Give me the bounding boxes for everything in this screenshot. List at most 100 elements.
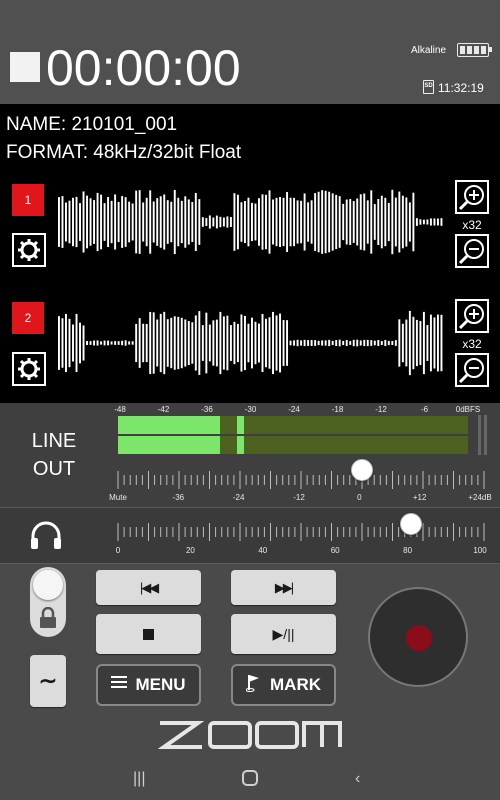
record-button[interactable]	[368, 587, 468, 687]
waveform-bar	[208, 324, 211, 362]
back-icon[interactable]: ‹	[355, 770, 360, 788]
waveform-bar	[114, 341, 117, 345]
scale-label: 0	[357, 493, 362, 502]
waveform-bar	[359, 340, 362, 346]
waveform-bar	[265, 318, 267, 368]
waveform-bar	[135, 190, 138, 254]
stop-icon	[143, 628, 154, 640]
waveform-bar	[338, 196, 341, 248]
waveform-bar	[317, 191, 320, 253]
waveform-bar	[240, 202, 243, 242]
rewind-button[interactable]: |◀◀	[96, 570, 201, 605]
hold-lock-switch[interactable]	[30, 567, 66, 637]
scale-label: -36	[201, 405, 213, 414]
waveform-bar	[345, 340, 348, 346]
skip-back-icon: |◀◀	[139, 579, 159, 595]
scale-label: -48	[114, 405, 126, 414]
waveform-bar	[268, 190, 271, 254]
waveform-bar	[75, 196, 78, 248]
home-icon[interactable]	[242, 770, 258, 791]
track-2-zoom-in-icon[interactable]	[455, 299, 489, 333]
mark-button[interactable]: MARK	[231, 664, 336, 706]
waveform-bar	[345, 199, 348, 245]
track-1-waveform	[58, 189, 443, 255]
waveform-bar	[324, 340, 327, 346]
waveform-bar	[194, 315, 197, 371]
waveform-bar	[356, 198, 359, 246]
waveform-bar	[128, 201, 131, 243]
fast-forward-button[interactable]: ▶▶|	[231, 570, 336, 605]
waveform-bar	[243, 200, 246, 244]
waveform-bar	[208, 215, 211, 229]
waveform-bar	[61, 318, 64, 368]
waveform-bar	[349, 199, 352, 245]
waveform-bar	[72, 197, 74, 247]
track-1-zoom-in-icon[interactable]	[455, 180, 489, 214]
headphone-slider-track[interactable]	[116, 521, 486, 543]
waveform-bar	[272, 199, 274, 245]
waveform-bar	[170, 201, 173, 243]
waveform-bar	[149, 190, 152, 254]
headphone-slider-knob[interactable]	[399, 513, 422, 535]
waveform-bar	[229, 325, 232, 361]
waveform-bar	[184, 319, 187, 367]
track-2-zoom-out-icon[interactable]	[455, 353, 489, 387]
meter-ch2-level	[118, 436, 220, 454]
waveform-bar	[222, 316, 225, 370]
squiggle-icon: ∼	[38, 668, 58, 693]
track-2-badge[interactable]: 2	[12, 302, 44, 334]
recent-apps-icon[interactable]: |||	[133, 770, 145, 788]
waveform-bar	[412, 316, 415, 370]
waveform-bar	[412, 192, 415, 252]
waveform-bar	[384, 197, 387, 247]
scale-label: -30	[244, 405, 257, 414]
waveform-bar	[138, 190, 141, 254]
waveform-bar	[58, 316, 60, 370]
waveform-bar	[163, 311, 166, 375]
waveform-bar	[275, 197, 278, 247]
waveform-bar	[415, 319, 418, 367]
waveform-bar	[261, 313, 264, 373]
zoom-logo	[157, 720, 342, 758]
waveform-bar	[289, 197, 292, 247]
waveform-bar	[282, 197, 285, 247]
track-2-settings-gear-icon[interactable]	[12, 352, 46, 386]
waveform-bar	[282, 320, 285, 366]
scale-label: +24dB	[468, 493, 492, 502]
line-out-slider-knob[interactable]	[351, 459, 373, 481]
waveform-bar	[236, 323, 239, 363]
waveform-bar	[198, 199, 201, 245]
file-format: FORMAT: 48kHz/32bit Float	[6, 142, 242, 163]
waveform-bar	[380, 195, 383, 249]
stop-button[interactable]	[96, 614, 201, 654]
track-1-badge[interactable]: 1	[12, 184, 44, 216]
waveform-bar	[366, 339, 369, 347]
waveform-bar	[72, 324, 74, 362]
waveform-bar	[177, 197, 180, 247]
waveform-bar	[310, 340, 313, 346]
waveform-bar	[258, 198, 260, 246]
waveform-bar	[300, 200, 303, 244]
play-pause-button[interactable]: ▶/||	[231, 614, 336, 654]
waveform-bar	[254, 321, 257, 365]
waveform-bar	[180, 200, 183, 244]
waveform-bar	[100, 341, 103, 345]
waveform-bar	[387, 340, 390, 346]
scale-label: -12	[293, 493, 305, 502]
waveform-bar	[321, 340, 324, 346]
info-panel: NAME: 210101_001 FORMAT: 48kHz/32bit Flo…	[0, 104, 500, 403]
waveform-bar	[279, 197, 282, 247]
track-1-zoom-out-icon[interactable]	[455, 234, 489, 268]
waveform-bar	[251, 317, 253, 369]
track-1-settings-gear-icon[interactable]	[12, 233, 46, 267]
waveform-bar	[82, 191, 85, 253]
waveform-bar	[331, 340, 334, 346]
waveform-bar	[58, 197, 60, 247]
menu-button[interactable]: MENU	[96, 664, 201, 706]
waveform-bar	[110, 341, 113, 345]
waveform-bar	[398, 319, 401, 367]
connection-button[interactable]: ∼	[30, 655, 66, 707]
waveform-bar	[107, 340, 110, 346]
line-out-slider-track[interactable]	[116, 469, 486, 491]
hold-switch-thumb[interactable]	[33, 570, 63, 600]
